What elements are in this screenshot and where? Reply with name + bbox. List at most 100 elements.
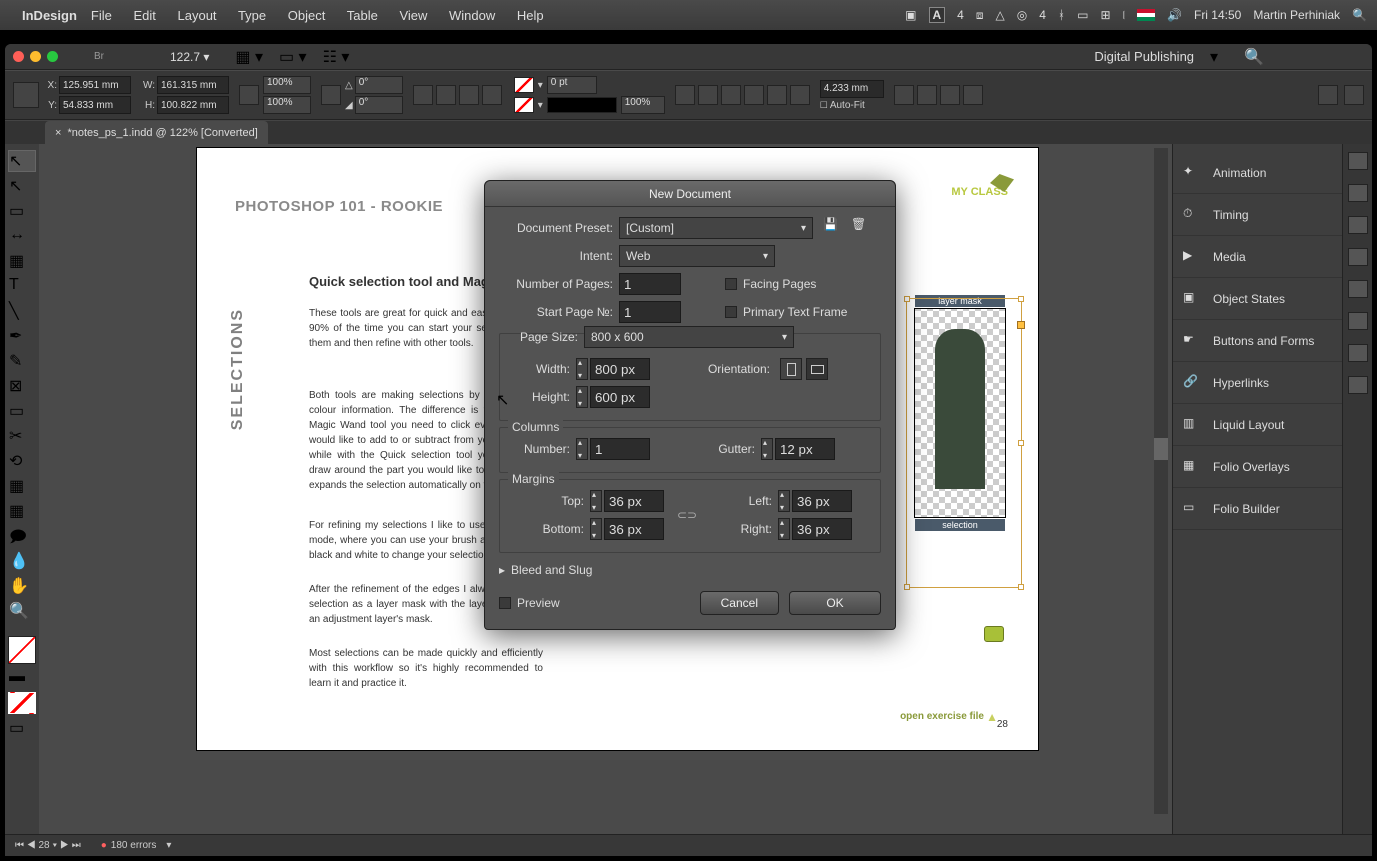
menu-edit[interactable]: Edit — [133, 8, 155, 23]
fill-stroke-swap[interactable] — [8, 636, 36, 664]
pages-field[interactable] — [619, 273, 681, 295]
opacity-icon[interactable] — [698, 85, 718, 105]
gradient-feather-tool[interactable]: ▦ — [8, 500, 36, 522]
bleed-disclosure[interactable]: Bleed and Slug — [499, 563, 881, 577]
transform-tool[interactable]: ⟲ — [8, 450, 36, 472]
menubar-bluetooth-icon[interactable]: ᚼ — [1058, 8, 1065, 22]
panel-buttons-forms[interactable]: ☛Buttons and Forms — [1173, 320, 1342, 362]
arrange-icon[interactable]: ☷ ▾ — [323, 47, 350, 67]
rotate-cw-icon[interactable] — [436, 85, 456, 105]
shear-field[interactable]: 0° — [355, 96, 403, 114]
collapsed-panel-8[interactable] — [1348, 376, 1368, 394]
preflight-menu[interactable]: ▾ — [166, 840, 171, 851]
primary-frame-checkbox[interactable] — [725, 306, 737, 318]
tint-field[interactable]: 100% — [621, 96, 665, 114]
gap-field[interactable] — [820, 80, 884, 98]
eyedropper-tool[interactable]: 💧 — [8, 550, 36, 572]
menu-layout[interactable]: Layout — [178, 8, 217, 23]
menubar-adobe-icon[interactable]: A — [929, 7, 946, 23]
bridge-icon[interactable]: Br — [94, 51, 104, 62]
menu-help[interactable]: Help — [517, 8, 544, 23]
page-tool[interactable]: ▭ — [8, 200, 36, 222]
autofit-check[interactable]: ☐ — [820, 100, 828, 111]
wrap-3-icon[interactable] — [767, 85, 787, 105]
collapsed-panel-1[interactable] — [1348, 152, 1368, 170]
fit-4-icon[interactable] — [963, 85, 983, 105]
app-menu[interactable]: InDesign — [22, 8, 77, 23]
wrap-2-icon[interactable] — [744, 85, 764, 105]
preflight-errors[interactable]: 180 errors — [111, 840, 157, 851]
height-stepper[interactable] — [576, 386, 588, 408]
collapsed-panel-7[interactable] — [1348, 344, 1368, 362]
document-tab[interactable]: × *notes_ps_1.indd @ 122% [Converted] — [45, 121, 268, 145]
gap-tool[interactable]: ↔ — [8, 225, 36, 247]
height-field[interactable] — [590, 386, 650, 408]
orientation-portrait[interactable] — [780, 358, 802, 380]
apply-color[interactable]: ▬ — [8, 667, 36, 689]
v-scrollbar[interactable] — [1154, 148, 1168, 814]
frame-tool[interactable]: ⊠ — [8, 375, 36, 397]
zoom-tool[interactable]: 🔍 — [8, 600, 36, 622]
menubar-volume-icon[interactable]: 🔊 — [1167, 8, 1182, 22]
save-preset-icon[interactable]: 💾 — [823, 217, 845, 239]
collapsed-panel-5[interactable] — [1348, 280, 1368, 298]
scale-y-field[interactable]: 100% — [263, 96, 311, 114]
panel-folio-overlays[interactable]: ▦Folio Overlays — [1173, 446, 1342, 488]
fit-3-icon[interactable] — [940, 85, 960, 105]
collapsed-panel-4[interactable] — [1348, 248, 1368, 266]
reference-point-icon[interactable] — [13, 82, 39, 108]
cancel-button[interactable]: Cancel — [700, 591, 779, 615]
search-icon[interactable]: 🔍 — [1244, 47, 1264, 67]
workspace-switcher[interactable]: Digital Publishing — [1094, 49, 1194, 64]
zoom-button[interactable] — [47, 51, 58, 62]
direct-select-tool[interactable]: ↖ — [8, 175, 36, 197]
x-field[interactable] — [59, 76, 131, 94]
menu-object[interactable]: Object — [288, 8, 326, 23]
menubar-display-icon[interactable]: ▭ — [1077, 8, 1088, 22]
margin-bottom-field[interactable] — [604, 518, 664, 540]
w-field[interactable] — [157, 76, 229, 94]
margin-bottom-stepper[interactable] — [590, 518, 602, 540]
panel-media[interactable]: ▶Media — [1173, 236, 1342, 278]
pencil-tool[interactable]: ✎ — [8, 350, 36, 372]
selection-frame[interactable] — [906, 298, 1022, 588]
panel-timing[interactable]: ⏱Timing — [1173, 194, 1342, 236]
menu-file[interactable]: File — [91, 8, 112, 23]
preview-checkbox[interactable] — [499, 597, 511, 609]
panel-liquid-layout[interactable]: ▥Liquid Layout — [1173, 404, 1342, 446]
margin-top-field[interactable] — [604, 490, 664, 512]
scale-x-field[interactable]: 100% — [263, 76, 311, 94]
page-size-dropdown[interactable]: 800 x 600 — [584, 326, 794, 348]
panel-animation[interactable]: ✦Animation — [1173, 152, 1342, 194]
gutter-field[interactable] — [775, 438, 835, 460]
flip-v-icon[interactable] — [482, 85, 502, 105]
screen-mode-icon[interactable]: ▭ ▾ — [279, 47, 307, 67]
gutter-stepper[interactable] — [761, 438, 773, 460]
menubar-spotlight-icon[interactable]: 🔍 — [1352, 8, 1367, 22]
menubar-drive-icon[interactable]: △ — [996, 8, 1005, 22]
note-tool[interactable]: 🗩 — [8, 525, 36, 547]
panel-hyperlinks[interactable]: 🔗Hyperlinks — [1173, 362, 1342, 404]
hand-tool[interactable]: ✋ — [8, 575, 36, 597]
gradient-tool[interactable]: ▦ — [8, 475, 36, 497]
constrain-icon[interactable] — [239, 85, 259, 105]
fx-icon[interactable] — [675, 85, 695, 105]
panel-object-states[interactable]: ▣Object States — [1173, 278, 1342, 320]
orientation-landscape[interactable] — [806, 358, 828, 380]
fill-none-icon[interactable] — [514, 77, 534, 93]
margin-right-field[interactable] — [792, 518, 852, 540]
col-number-stepper[interactable] — [576, 438, 588, 460]
ok-button[interactable]: OK — [789, 591, 881, 615]
margin-right-stepper[interactable] — [778, 518, 790, 540]
menubar-flag-icon[interactable] — [1137, 9, 1155, 21]
preset-dropdown[interactable]: [Custom] — [619, 217, 813, 239]
rotate-ccw-icon[interactable] — [413, 85, 433, 105]
menubar-grid-icon[interactable]: ⊞ — [1100, 8, 1110, 22]
apply-none[interactable] — [8, 692, 36, 714]
stroke-none-icon[interactable] — [514, 97, 534, 113]
rectangle-tool[interactable]: ▭ — [8, 400, 36, 422]
facing-pages-checkbox[interactable] — [725, 278, 737, 290]
panel-folio-builder[interactable]: ▭Folio Builder — [1173, 488, 1342, 530]
rotate-field[interactable]: 0° — [355, 76, 403, 94]
width-stepper[interactable] — [576, 358, 588, 380]
